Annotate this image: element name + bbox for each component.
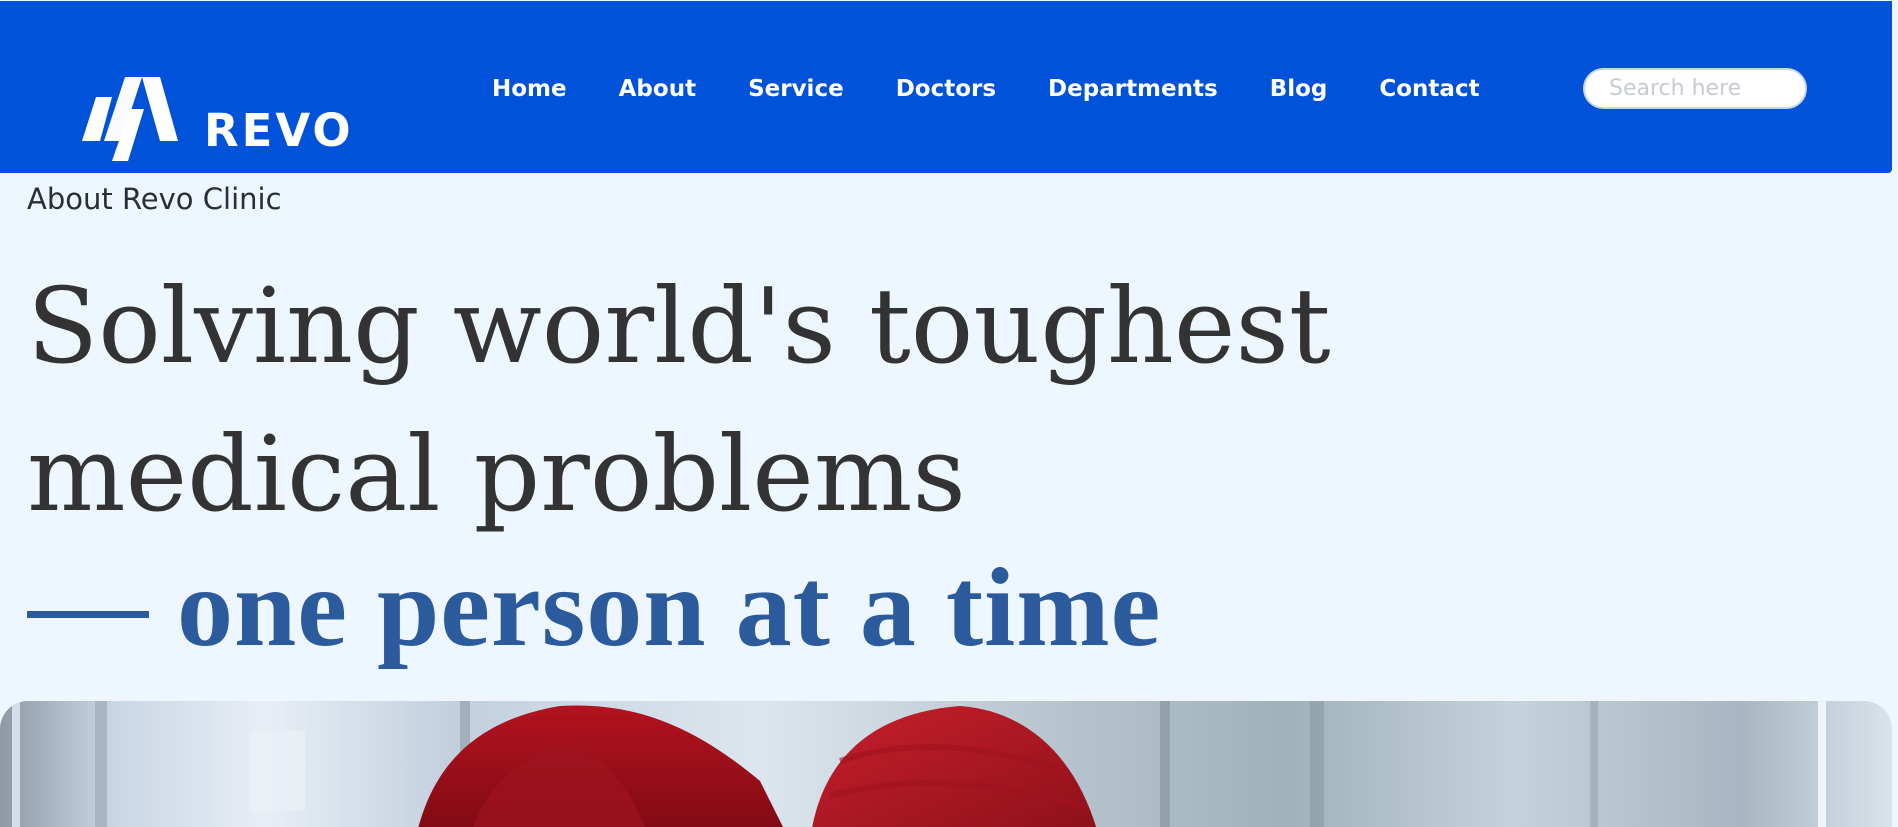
search-input[interactable] — [1583, 68, 1807, 109]
brand-name: REVO — [204, 104, 354, 157]
brand-logo[interactable]: REVO — [82, 73, 354, 161]
hero-photo — [0, 701, 1892, 827]
nav-item-doctors[interactable]: Doctors — [896, 71, 996, 107]
nav-item-departments[interactable]: Departments — [1048, 71, 1218, 107]
hero-photo-image — [12, 701, 1826, 827]
nav-item-service[interactable]: Service — [748, 71, 844, 107]
section-eyebrow: About Revo Clinic — [27, 182, 282, 216]
tagline-dash — [27, 610, 149, 618]
tagline: one person at a time — [27, 548, 1161, 668]
page-title: Solving world's toughest medical problem… — [27, 265, 1331, 535]
revo-logo-icon — [82, 77, 178, 161]
page: REVO Home About Service Doctors Departme… — [0, 0, 1898, 827]
main-nav: Home About Service Doctors Departments B… — [492, 71, 1480, 107]
site-header: REVO Home About Service Doctors Departme… — [0, 1, 1892, 173]
nav-item-home[interactable]: Home — [492, 71, 567, 107]
nav-item-blog[interactable]: Blog — [1270, 71, 1328, 107]
nav-item-about[interactable]: About — [619, 71, 696, 107]
tagline-text: one person at a time — [177, 546, 1162, 670]
nav-item-contact[interactable]: Contact — [1379, 71, 1479, 107]
